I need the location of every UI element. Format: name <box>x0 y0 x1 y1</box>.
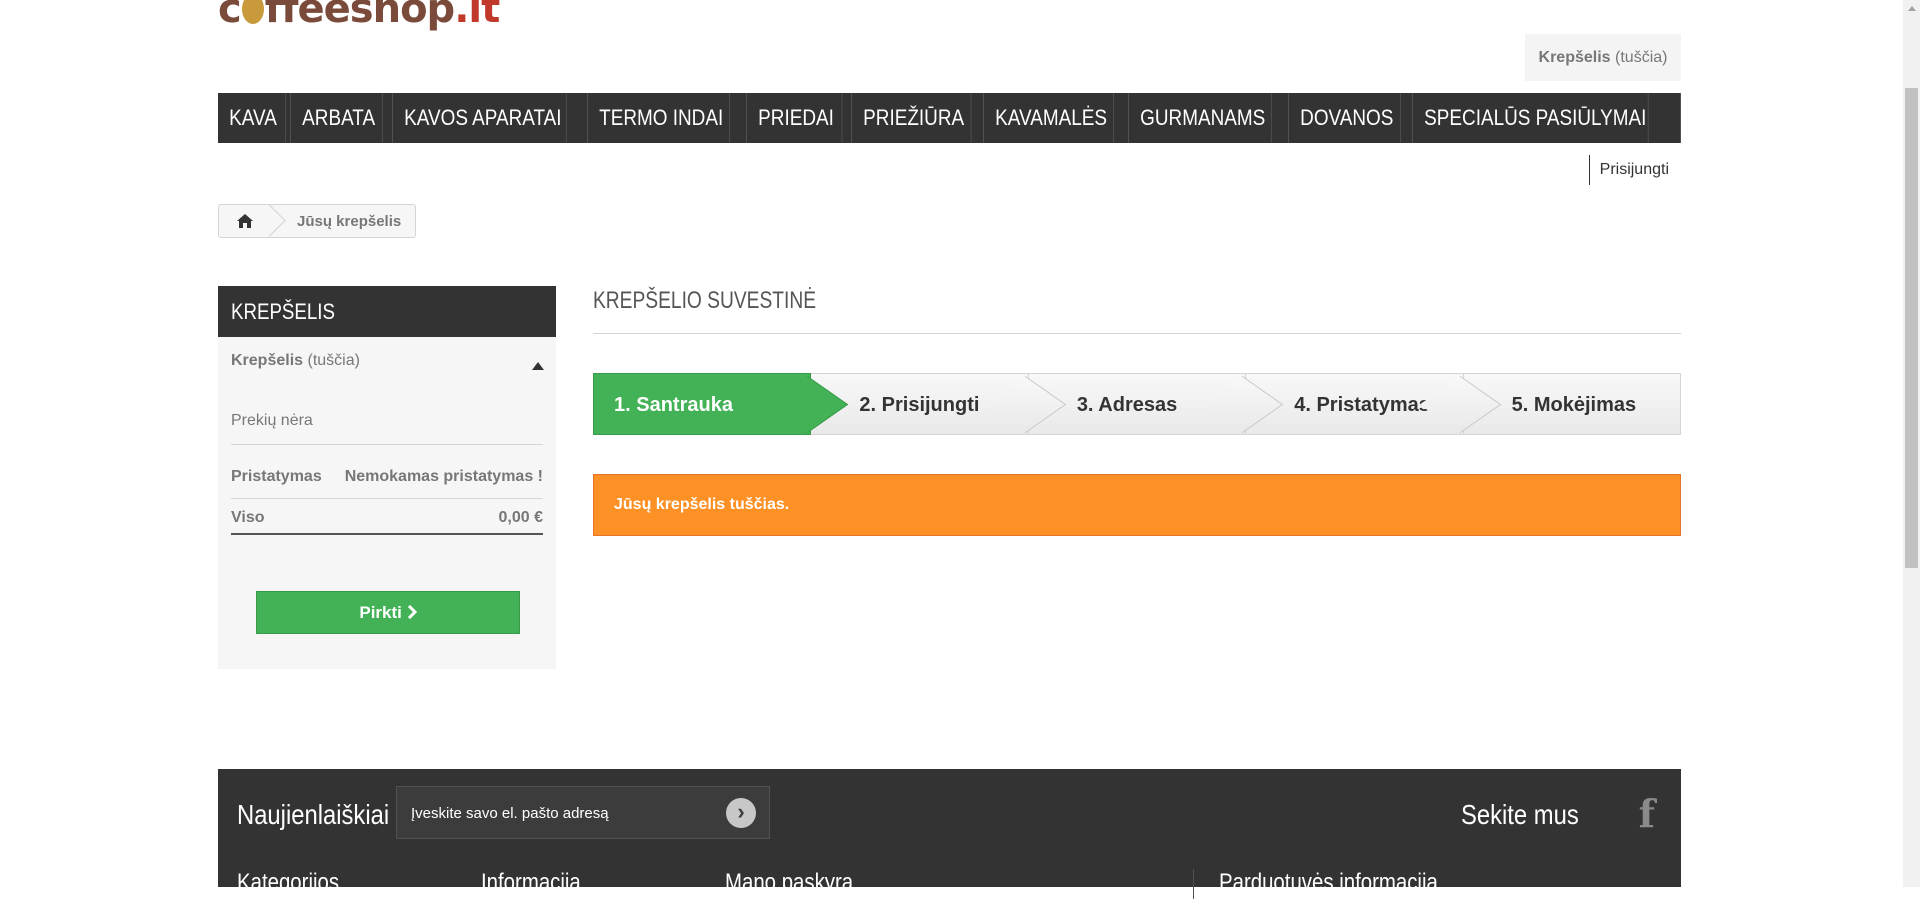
login-link[interactable]: Prisijungti <box>1588 155 1669 185</box>
sidebar-cart: KREPŠELIS Krepšelis (tuščia) Prekių nėra… <box>218 286 556 669</box>
newsletter-title: Naujienlaiškiai <box>237 799 390 830</box>
cart-main: KREPŠELIO SUVESTINĖ 1. Santrauka 2. Pris… <box>593 283 1682 536</box>
divider <box>231 498 543 499</box>
menu-item-priedai[interactable]: PRIEDAI <box>747 93 843 143</box>
divider <box>231 444 543 445</box>
divider <box>231 533 543 535</box>
empty-cart-alert: Jūsų krepšelis tuščias. <box>593 474 1681 536</box>
scroll-up-icon[interactable] <box>1903 0 1920 17</box>
newsletter-submit-button[interactable]: › <box>726 798 756 828</box>
chevron-right-icon <box>407 604 417 620</box>
footer-info-title: Informacija <box>481 869 581 896</box>
menu-item-kava[interactable]: KAVA <box>218 93 287 143</box>
footer-account-title: Mano paskyra <box>725 869 854 896</box>
sidebar-cart-summary[interactable]: Krepšelis (tuščia) <box>231 352 360 370</box>
checkout-button[interactable]: Pirkti <box>256 591 520 634</box>
menu-item-arbata[interactable]: ARBATA <box>291 93 384 143</box>
header-cart-state: (tuščia) <box>1615 49 1668 66</box>
menu-item-gurmanams[interactable]: GURMANAMS <box>1129 93 1272 143</box>
home-icon <box>237 214 253 228</box>
menu-item-prieziura[interactable]: PRIEŽIŪRA <box>852 93 971 143</box>
footer-divider <box>1193 869 1194 899</box>
menu-item-termo-indai[interactable]: TERMO INDAI <box>588 93 730 143</box>
breadcrumb-current: Jūsų krepšelis <box>297 212 402 230</box>
scrollbar-thumb[interactable] <box>1905 88 1918 568</box>
menu-item-kavamales[interactable]: KAVAMALĖS <box>984 93 1115 143</box>
footer-store-info-title: Parduotuvės informacija <box>1219 869 1438 896</box>
footer-categories-title: Kategorijos <box>237 869 340 896</box>
no-items-text: Prekių nėra <box>231 412 313 429</box>
vertical-scrollbar[interactable] <box>1903 0 1920 887</box>
coffee-bean-icon <box>241 0 264 24</box>
checkout-steps: 1. Santrauka 2. Prisijungti 3. Adresas 4… <box>593 373 1682 437</box>
follow-us-title: Sekite mus <box>1460 799 1579 830</box>
collapse-caret-icon[interactable] <box>532 362 544 370</box>
menu-item-kavos-aparatai[interactable]: KAVOS APARATAI <box>393 93 567 143</box>
page-title: KREPŠELIO SUVESTINĖ <box>593 283 1681 334</box>
header-cart-label: Krepšelis <box>1538 49 1611 66</box>
facebook-icon[interactable]: f <box>1639 791 1655 836</box>
footer: Naujienlaiškiai Įveskite savo el. pašto … <box>218 769 1681 899</box>
newsletter-email-input[interactable]: Įveskite savo el. pašto adresą <box>396 786 770 839</box>
site-logo[interactable]: c ffeeshop.lt <box>218 0 500 32</box>
header-cart[interactable]: Krepšelis (tuščia) <box>1525 34 1681 81</box>
menu-item-dovanos[interactable]: DOVANOS <box>1289 93 1401 143</box>
total-row: Viso 0,00 € <box>231 509 543 526</box>
shipping-row: Pristatymas Nemokamas pristatymas ! <box>231 468 543 485</box>
top-menu: KAVA ARBATA KAVOS APARATAI TERMO INDAI P… <box>218 93 1681 143</box>
step-summary[interactable]: 1. Santrauka <box>593 373 849 435</box>
breadcrumb-home[interactable] <box>219 205 271 237</box>
sidebar-cart-title: KREPŠELIS <box>218 286 556 337</box>
breadcrumb: Jūsų krepšelis <box>218 204 417 238</box>
menu-item-specialus-pasiulymai[interactable]: SPECIALŪS PASIŪLYMAI <box>1413 93 1649 143</box>
